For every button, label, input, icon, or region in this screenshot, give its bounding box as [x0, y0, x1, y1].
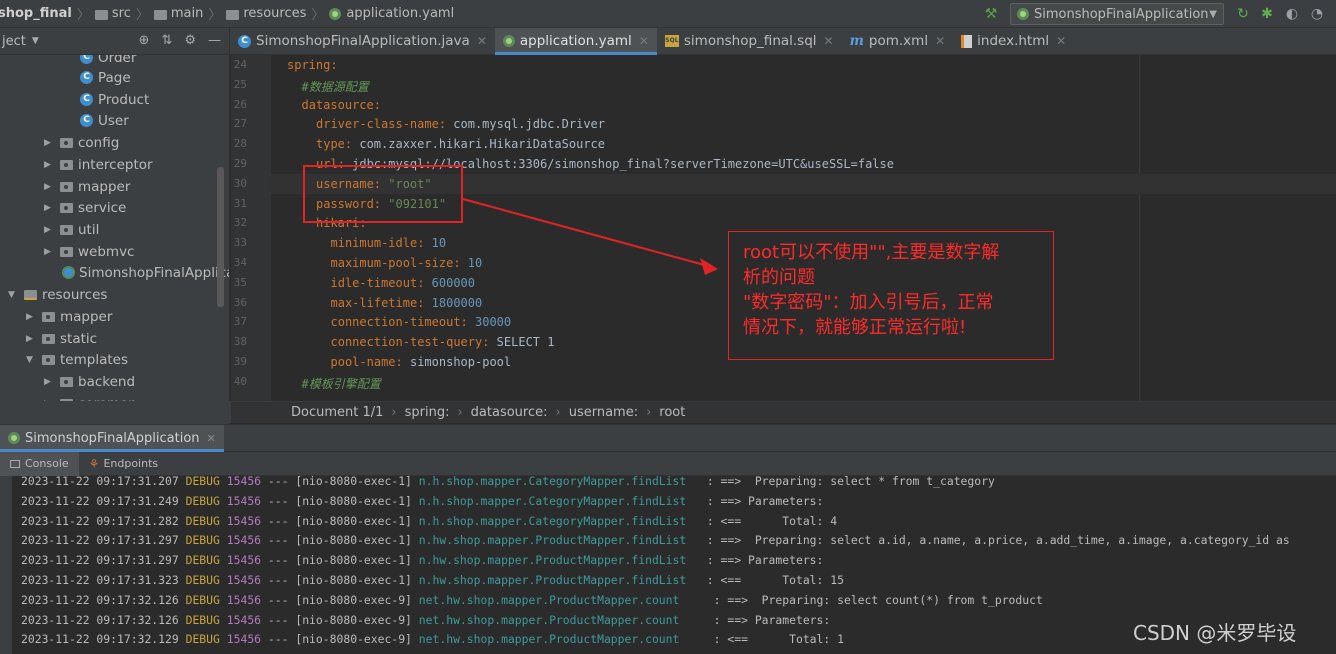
annotation-line: 情况下，就能够正常运行啦!	[743, 317, 967, 338]
annotation-line: root可以不使用"",主要是数字解	[743, 242, 1000, 263]
arrow-line	[462, 198, 709, 267]
annotation-line: 析的问题	[743, 267, 815, 288]
annotation-arrow	[462, 198, 718, 275]
annotation-callout: root可以不使用"",主要是数字解 析的问题 "数字密码"：加入引号后，正常 …	[728, 231, 1054, 360]
arrow-head	[700, 258, 718, 275]
watermark: CSDN @米罗毕设	[1133, 621, 1297, 645]
annotation-line: "数字密码"：加入引号后，正常	[743, 292, 994, 313]
